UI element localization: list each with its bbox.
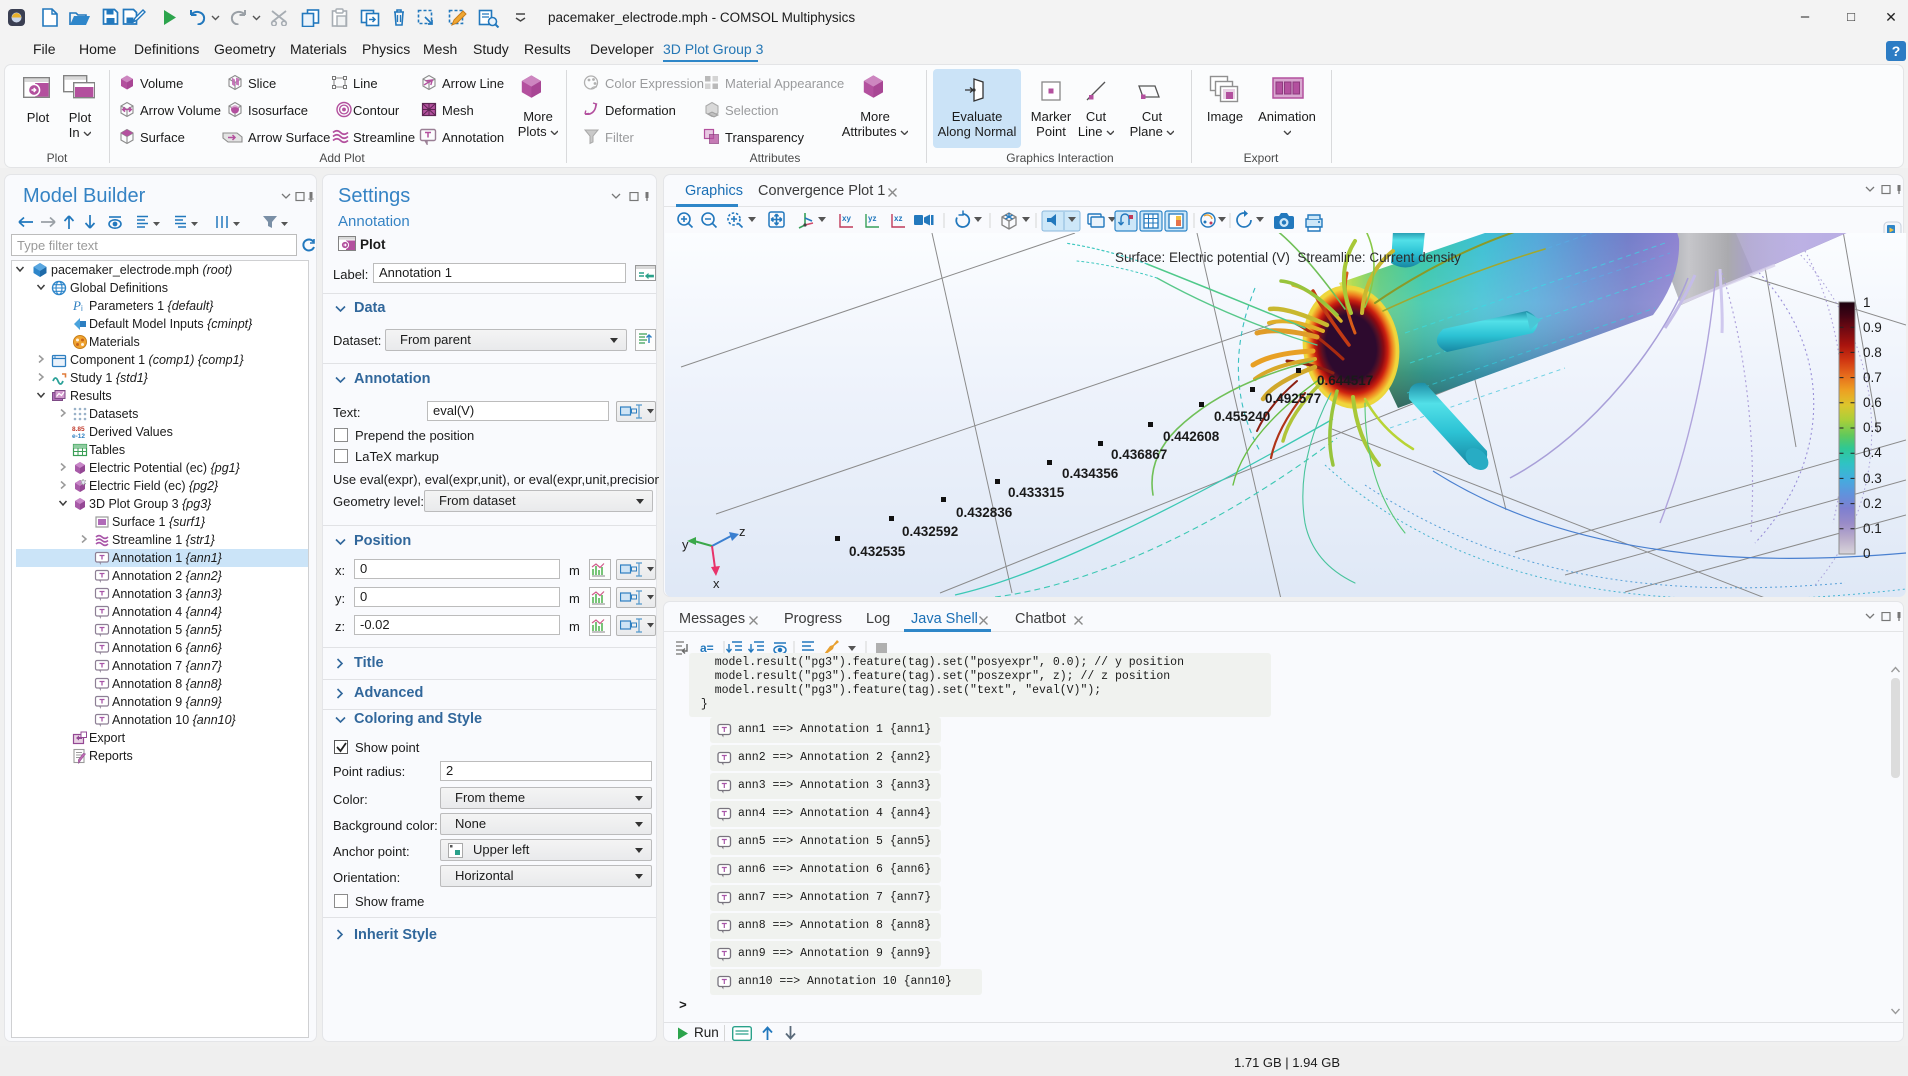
svg-text:0: 0 — [1863, 546, 1871, 561]
svg-text:0.455240: 0.455240 — [1214, 409, 1270, 424]
svg-text:0.6: 0.6 — [1863, 395, 1882, 410]
svg-text:0.2: 0.2 — [1863, 496, 1882, 511]
svg-text:0.644517: 0.644517 — [1317, 373, 1373, 388]
svg-text:0.5: 0.5 — [1863, 420, 1882, 435]
svg-text:z: z — [739, 524, 746, 539]
svg-text:x: x — [713, 576, 720, 591]
svg-text:xy: xy — [842, 214, 851, 223]
svg-text:0.432836: 0.432836 — [956, 505, 1013, 520]
svg-text:xz: xz — [894, 214, 902, 223]
svg-text:0.8: 0.8 — [1863, 345, 1882, 360]
svg-text:0.433315: 0.433315 — [1008, 485, 1065, 500]
svg-text:Surface: Electric potential (V: Surface: Electric potential (V) Streamli… — [1115, 250, 1461, 265]
svg-text:0.432535: 0.432535 — [849, 544, 906, 559]
svg-text:yz: yz — [868, 214, 876, 223]
svg-text:0.434356: 0.434356 — [1062, 466, 1119, 481]
svg-text:0.432592: 0.432592 — [902, 524, 958, 539]
svg-text:0.442608: 0.442608 — [1163, 429, 1220, 444]
svg-text:0.9: 0.9 — [1863, 320, 1882, 335]
svg-text:0.3: 0.3 — [1863, 471, 1882, 486]
svg-text:0.7: 0.7 — [1863, 370, 1882, 385]
svg-text:1: 1 — [1863, 295, 1871, 310]
svg-text:0.4: 0.4 — [1863, 445, 1882, 460]
svg-text:0.436867: 0.436867 — [1111, 447, 1167, 462]
svg-text:y: y — [682, 537, 689, 552]
svg-text:0.492577: 0.492577 — [1265, 391, 1321, 406]
svg-text:0.1: 0.1 — [1863, 521, 1882, 536]
